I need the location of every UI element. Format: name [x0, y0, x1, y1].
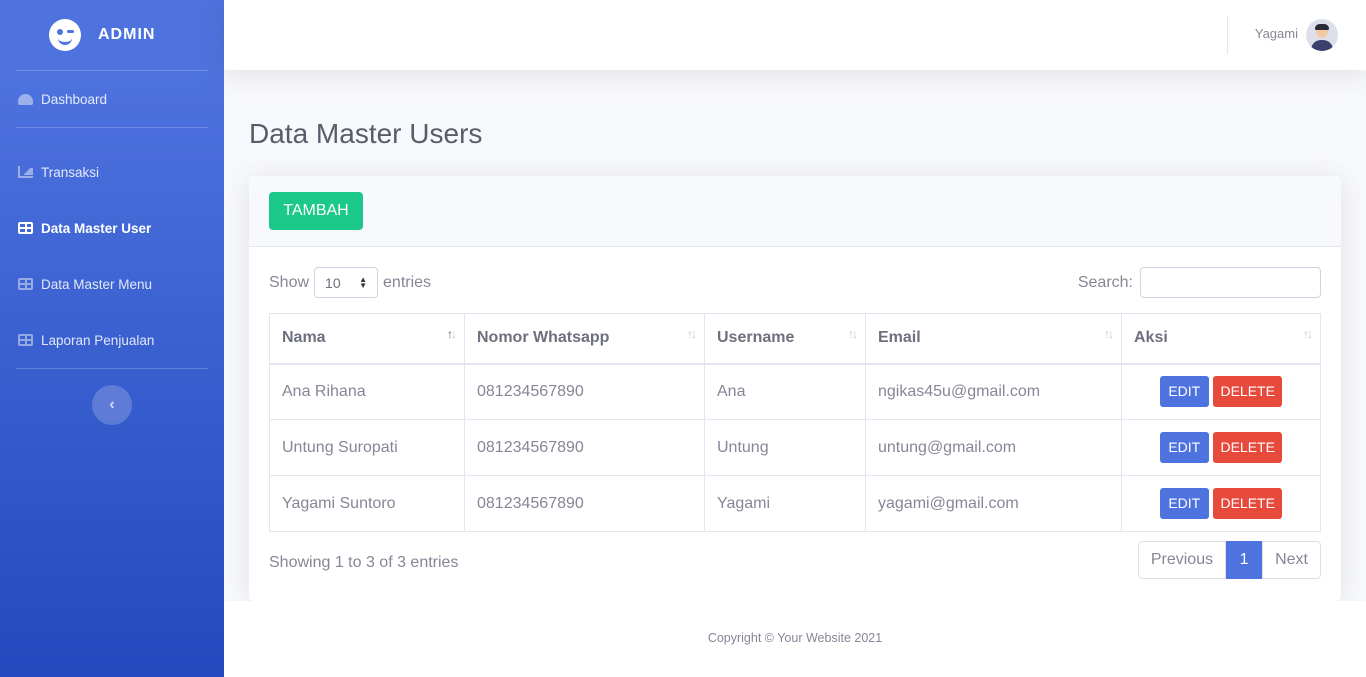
- card-header: TAMBAH: [249, 176, 1341, 247]
- table-header-row: Nama ↑↓ Nomor Whatsapp ↑↓ Username ↑↓ Email…: [269, 313, 1321, 365]
- edit-button[interactable]: EDIT: [1159, 432, 1209, 463]
- sidebar-item-data-master-menu[interactable]: Data Master Menu: [0, 256, 224, 312]
- tachometer-icon: [18, 93, 33, 105]
- next-page-button[interactable]: Next: [1262, 541, 1321, 579]
- column-header-email[interactable]: Email ↑↓: [865, 313, 1122, 365]
- cell-aksi: EDIT DELETE: [1121, 419, 1321, 476]
- search-input[interactable]: [1140, 267, 1321, 298]
- sidebar-divider: [16, 368, 208, 369]
- delete-button[interactable]: DELETE: [1213, 432, 1283, 463]
- cell-nama: Yagami Suntoro: [269, 475, 465, 532]
- pagination: Previous 1 Next: [1137, 541, 1321, 579]
- sort-icon: ↑↓: [687, 327, 697, 341]
- cell-username: Yagami: [704, 475, 866, 532]
- column-header-username[interactable]: Username ↑↓: [704, 313, 866, 365]
- brand-link[interactable]: ADMIN: [0, 0, 224, 70]
- sidebar-item-label: Data Master User: [41, 220, 152, 236]
- sort-icon: ↑↓: [1104, 327, 1114, 341]
- page-1-button[interactable]: 1: [1226, 541, 1263, 579]
- sidebar-item-transaksi[interactable]: Transaksi: [0, 144, 224, 200]
- cell-nama: Untung Suropati: [269, 419, 465, 476]
- delete-button[interactable]: DELETE: [1213, 488, 1283, 519]
- users-card: TAMBAH Show 10 ▲ ▼ entries Search: Nama ↑↓…: [249, 176, 1341, 601]
- cell-whatsapp: 081234567890: [464, 475, 705, 532]
- cell-username: Ana: [704, 363, 866, 420]
- sidebar-item-label: Dashboard: [41, 91, 108, 107]
- footer: Copyright © Your Website 2021: [224, 601, 1366, 677]
- column-header-nama[interactable]: Nama ↑↓: [269, 313, 465, 365]
- sidebar-item-data-master-user[interactable]: Data Master User: [0, 200, 224, 256]
- page-length-control: Show 10 ▲ ▼ entries: [269, 267, 431, 298]
- entries-label: entries: [383, 273, 432, 291]
- cell-email: untung@gmail.com: [865, 419, 1122, 476]
- edit-button[interactable]: EDIT: [1159, 376, 1209, 408]
- cell-email: yagami@gmail.com: [865, 475, 1122, 532]
- previous-page-button[interactable]: Previous: [1137, 541, 1227, 579]
- sort-icon: ↑↓: [1303, 327, 1313, 341]
- cell-email: ngikas45u@gmail.com: [865, 363, 1122, 420]
- show-label: Show: [269, 273, 310, 291]
- table-icon: [18, 278, 33, 290]
- copyright-text: Copyright © Your Website 2021: [707, 631, 883, 645]
- search-control: Search:: [1078, 267, 1321, 298]
- table-row: Untung Suropati 081234567890 Untung untu…: [269, 419, 1321, 476]
- table-row: Yagami Suntoro 081234567890 Yagami yagam…: [269, 475, 1321, 532]
- laugh-wink-icon: [49, 19, 81, 51]
- column-header-whatsapp[interactable]: Nomor Whatsapp ↑↓: [464, 313, 705, 365]
- edit-button[interactable]: EDIT: [1159, 488, 1209, 519]
- table-row: Ana Rihana 081234567890 Ana ngikas45u@gm…: [269, 363, 1321, 420]
- sidebar-item-laporan-penjualan[interactable]: Laporan Penjualan: [0, 312, 224, 368]
- sort-icon: ↑↓: [848, 327, 858, 341]
- table-icon: [18, 334, 33, 346]
- topbar-divider: [1227, 16, 1228, 54]
- page-length-value: 10: [325, 274, 341, 291]
- brand-text: ADMIN: [98, 26, 156, 43]
- users-table: Nama ↑↓ Nomor Whatsapp ↑↓ Username ↑↓ Email…: [269, 313, 1321, 532]
- cell-aksi: EDIT DELETE: [1121, 475, 1321, 532]
- add-user-button[interactable]: TAMBAH: [269, 192, 363, 230]
- page-title: Data Master Users: [249, 118, 483, 149]
- sidebar-item-label: Data Master Menu: [41, 276, 153, 292]
- cell-username: Untung: [704, 419, 866, 476]
- sort-icon: ↑↓: [447, 327, 457, 341]
- topbar: Yagami: [224, 0, 1366, 70]
- select-arrows-icon: ▲ ▼: [359, 274, 368, 290]
- chevron-left-icon: ‹: [109, 396, 115, 413]
- table-icon: [18, 222, 33, 234]
- sidebar-toggle-button[interactable]: ‹: [92, 385, 132, 425]
- sidebar: ADMIN Dashboard Transaksi Data Master Us…: [0, 0, 224, 677]
- cell-whatsapp: 081234567890: [464, 419, 705, 476]
- cell-whatsapp: 081234567890: [464, 363, 705, 420]
- cell-aksi: EDIT DELETE: [1121, 363, 1321, 420]
- delete-button[interactable]: DELETE: [1213, 376, 1283, 408]
- sidebar-item-label: Laporan Penjualan: [41, 332, 155, 348]
- column-header-aksi[interactable]: Aksi ↑↓: [1121, 313, 1321, 365]
- user-name[interactable]: Yagami: [1255, 26, 1298, 41]
- avatar[interactable]: [1306, 19, 1338, 51]
- area-chart-icon: [18, 166, 33, 178]
- search-label: Search:: [1077, 273, 1133, 291]
- sidebar-item-label: Transaksi: [41, 164, 100, 180]
- table-info: Showing 1 to 3 of 3 entries: [269, 554, 459, 571]
- sidebar-item-dashboard[interactable]: Dashboard: [0, 71, 224, 127]
- page-length-select[interactable]: 10 ▲ ▼: [314, 267, 379, 298]
- cell-nama: Ana Rihana: [269, 363, 465, 420]
